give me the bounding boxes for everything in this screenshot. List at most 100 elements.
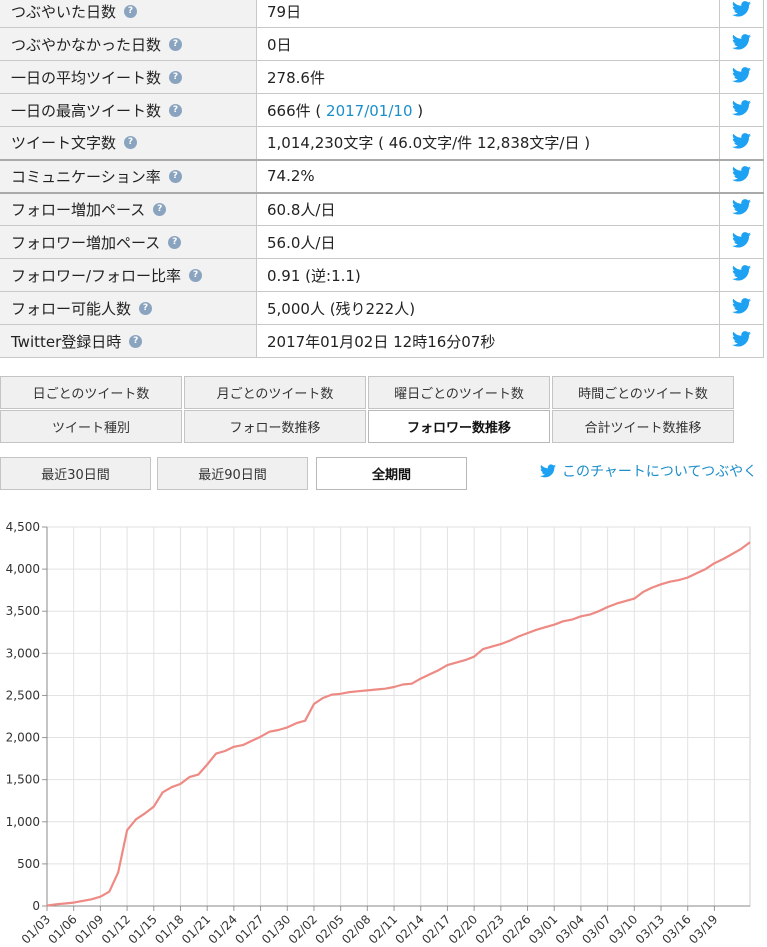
twitter-icon[interactable]	[732, 331, 751, 347]
twitter-icon[interactable]	[732, 232, 751, 248]
help-icon[interactable]: ?	[189, 268, 203, 282]
help-icon[interactable]: ?	[169, 103, 183, 117]
chart-tab-4[interactable]: 合計ツイート数推移	[552, 410, 734, 443]
tweet-cell	[719, 225, 764, 259]
tweet-cell	[719, 93, 764, 127]
stats-row: コミュニケーション率? 74.2%	[0, 158, 764, 193]
period-tab-2[interactable]: 最近90日間	[157, 457, 308, 490]
stat-value: 0.91 (逆:1.1)	[256, 258, 720, 292]
max-tweet-date-link[interactable]: 2017/01/10	[326, 102, 412, 120]
x-tick-label: 01/15	[126, 912, 160, 946]
stat-label-text: つぶやかなかった日数	[11, 35, 162, 54]
x-tick-label: 01/06	[45, 912, 79, 946]
stat-label: フォロワー増加ペース?	[0, 225, 257, 259]
plot-area	[46, 526, 751, 907]
twitter-icon[interactable]	[732, 166, 751, 182]
stat-label-text: ツイート文字数	[11, 134, 117, 153]
stat-label: 一日の平均ツイート数?	[0, 60, 257, 94]
tweet-cell	[719, 324, 764, 358]
twitter-icon[interactable]	[732, 298, 751, 314]
stat-value: 666件 ( 2017/01/10 )	[256, 93, 720, 127]
y-tick-label: 1,500	[6, 773, 40, 787]
stat-label-text: 一日の平均ツイート数	[11, 68, 162, 87]
tweet-cell	[719, 258, 764, 292]
period-tab-1[interactable]: 最近30日間	[0, 457, 151, 490]
chart-tab-1[interactable]: ツイート種別	[0, 410, 182, 443]
period-tab-3[interactable]: 全期間	[316, 457, 467, 490]
stat-label-text: コミュニケーション率	[11, 167, 161, 186]
twitter-icon[interactable]	[732, 1, 751, 17]
x-tick-label: 01/12	[99, 912, 133, 946]
follower-chart: 0 500 1,000 1,500 2,000 2,500 3,000 3,500 4,000 4…	[6, 520, 751, 947]
help-icon[interactable]: ?	[168, 169, 182, 183]
help-icon[interactable]: ?	[129, 334, 143, 348]
stats-table: つぶやいた日数? 79日 つぶやかなかった日数? 0日 一日の平均ツイート数? 278.6…	[0, 0, 764, 358]
x-tick-label: 01/18	[152, 912, 186, 946]
x-tick-label: 02/02	[286, 912, 320, 946]
help-icon[interactable]: ?	[169, 37, 183, 51]
x-tick-label: 03/19	[686, 912, 720, 946]
stat-value-text: )	[412, 101, 424, 120]
chart-tab-4[interactable]: 時間ごとのツイート数	[552, 376, 734, 409]
chart-tab-1[interactable]: 日ごとのツイート数	[0, 376, 182, 409]
x-tick-label: 01/21	[179, 912, 213, 946]
stat-value: 2017年01月02日 12時16分07秒	[256, 324, 720, 358]
chart-tab-3[interactable]: フォロワー数推移	[368, 410, 550, 443]
tweet-cell	[719, 291, 764, 325]
twitter-icon[interactable]	[732, 199, 751, 215]
stat-label: フォロー増加ペース?	[0, 191, 257, 226]
x-tick-label: 03/13	[633, 912, 667, 946]
stat-label-text: つぶやいた日数	[11, 2, 117, 21]
help-icon[interactable]: ?	[124, 136, 138, 150]
y-tick-label: 2,500	[6, 688, 40, 702]
stat-value: 74.2%	[256, 158, 720, 193]
help-icon[interactable]: ?	[124, 4, 138, 18]
x-tick-label: 02/08	[339, 912, 373, 946]
stat-value: 60.8人/日	[256, 191, 720, 226]
y-tick-label: 500	[17, 857, 40, 871]
stat-label-text: フォロー増加ペース	[11, 200, 146, 219]
stat-label: コミュニケーション率?	[0, 158, 257, 193]
stat-value: 5,000人 (残り222人)	[256, 291, 720, 325]
stat-label: フォロー可能人数?	[0, 291, 257, 325]
chart-tab-2[interactable]: フォロー数推移	[184, 410, 366, 443]
stat-value: 278.6件	[256, 60, 720, 94]
tweet-cell	[719, 0, 764, 28]
stat-label: つぶやいた日数?	[0, 0, 257, 28]
twitter-icon[interactable]	[732, 67, 751, 83]
stat-label-text: Twitter登録日時	[11, 332, 122, 351]
help-icon[interactable]: ?	[168, 235, 182, 249]
stats-row: つぶやかなかった日数? 0日	[0, 27, 764, 61]
tweet-chart-link[interactable]: このチャートについてつぶやく	[540, 461, 757, 481]
x-tick-label: 02/11	[366, 912, 400, 946]
chart-tab-3[interactable]: 曜日ごとのツイート数	[368, 376, 550, 409]
chart-tab-2[interactable]: 月ごとのツイート数	[184, 376, 366, 409]
x-tick-label: 01/24	[206, 912, 240, 946]
twitter-icon[interactable]	[732, 34, 751, 50]
y-tick-label: 0	[32, 899, 40, 913]
x-tick-label: 01/30	[259, 912, 293, 946]
y-tick-label: 3,000	[6, 646, 40, 660]
x-tick-label: 02/17	[419, 912, 453, 946]
y-tick-label: 2,000	[6, 731, 40, 745]
stat-label: フォロワー/フォロー比率?	[0, 258, 257, 292]
x-tick-label: 01/27	[232, 912, 266, 946]
help-icon[interactable]: ?	[153, 202, 167, 216]
y-tick-label: 4,000	[6, 562, 40, 576]
stats-row: 一日の平均ツイート数? 278.6件	[0, 60, 764, 94]
stat-label-text: フォロワー増加ペース	[11, 233, 161, 252]
x-tick-label: 02/23	[473, 912, 507, 946]
help-icon[interactable]: ?	[139, 301, 153, 315]
x-tick-label: 03/07	[579, 912, 613, 946]
x-tick-label: 02/20	[446, 912, 480, 946]
stat-label-text: フォロー可能人数	[11, 299, 132, 318]
twitter-icon[interactable]	[732, 265, 751, 281]
x-tick-label: 03/16	[659, 912, 693, 946]
twitter-icon[interactable]	[732, 132, 751, 149]
stat-label: Twitter登録日時?	[0, 324, 257, 358]
stats-row: フォロワー増加ペース? 56.0人/日	[0, 225, 764, 259]
twitter-icon[interactable]	[732, 100, 751, 116]
help-icon[interactable]: ?	[169, 70, 183, 84]
chart-link-label: このチャートについてつぶやく	[562, 464, 758, 480]
x-tick-label: 03/01	[526, 912, 560, 946]
